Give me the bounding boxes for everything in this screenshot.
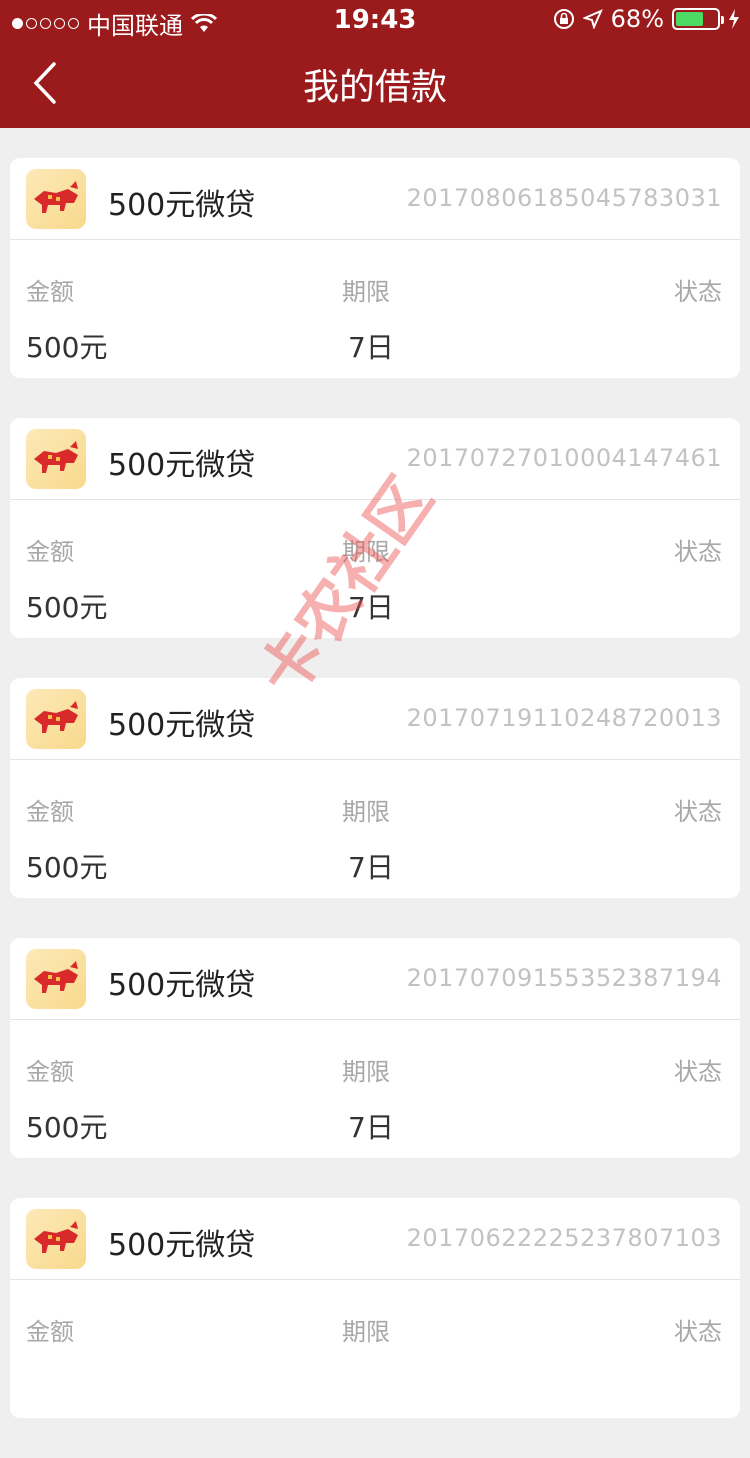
term-value: 7日 [348, 1111, 394, 1144]
battery-percent: 68% [610, 5, 664, 33]
location-icon [582, 9, 603, 29]
loan-name: 500元微贷 [108, 968, 256, 1003]
loan-card-header: 500元微贷 20170709155352387194 [10, 938, 740, 1020]
navigation-bar: 我的借款 [0, 40, 750, 128]
rotation-lock-icon [553, 9, 574, 29]
term-value: 7日 [348, 331, 394, 364]
loan-card-header: 500元微贷 20170719110248720013 [10, 678, 740, 760]
amount-label: 金额 [26, 1318, 74, 1346]
amount-label: 金额 [26, 1058, 74, 1086]
amount-label: 金额 [26, 798, 74, 826]
status-label: 状态 [674, 1058, 722, 1086]
bull-logo-icon [26, 689, 86, 749]
loan-card[interactable]: 500元微贷 20170806185045783031 金额 期限 状态 500… [10, 158, 740, 378]
order-number: 20170719110248720013 [406, 704, 722, 732]
loan-card[interactable]: 500元微贷 20170727010004147461 金额 期限 状态 500… [10, 418, 740, 638]
loan-name: 500元微贷 [108, 188, 256, 223]
status-label: 状态 [674, 1318, 722, 1346]
loan-name: 500元微贷 [108, 1228, 256, 1263]
order-number: 20170709155352387194 [406, 964, 722, 992]
term-label: 期限 [342, 1318, 390, 1346]
term-value: 7日 [348, 591, 394, 624]
term-label: 期限 [342, 278, 390, 306]
status-right: 68% [553, 5, 740, 33]
status-bar: 中国联通 19:43 68% [0, 0, 750, 40]
amount-label: 金额 [26, 278, 74, 306]
loan-card-header: 500元微贷 20170622225237807103 [10, 1198, 740, 1280]
term-label: 期限 [342, 538, 390, 566]
status-label: 状态 [674, 538, 722, 566]
bull-logo-icon [26, 949, 86, 1009]
loan-name: 500元微贷 [108, 708, 256, 743]
loan-name: 500元微贷 [108, 448, 256, 483]
loan-card-header: 500元微贷 20170806185045783031 [10, 158, 740, 240]
bull-logo-icon [26, 169, 86, 229]
bull-logo-icon [26, 1209, 86, 1269]
battery-icon [672, 8, 724, 30]
order-number: 20170727010004147461 [406, 444, 722, 472]
amount-value: 500元 [26, 591, 108, 624]
term-value: 7日 [348, 851, 394, 884]
loan-card[interactable]: 500元微贷 20170709155352387194 金额 期限 状态 500… [10, 938, 740, 1158]
order-number: 20170806185045783031 [406, 184, 722, 212]
page-title: 我的借款 [302, 67, 447, 108]
term-label: 期限 [342, 798, 390, 826]
status-label: 状态 [674, 798, 722, 826]
amount-value: 500元 [26, 1111, 108, 1144]
loan-card[interactable]: 500元微贷 20170719110248720013 金额 期限 状态 500… [10, 678, 740, 898]
amount-value: 500元 [26, 331, 108, 364]
charging-icon [729, 9, 739, 29]
status-label: 状态 [674, 278, 722, 306]
amount-label: 金额 [26, 538, 74, 566]
order-number: 20170622225237807103 [406, 1224, 722, 1252]
bull-logo-icon [26, 429, 86, 489]
term-label: 期限 [342, 1058, 390, 1086]
loan-list: 500元微贷 20170806185045783031 金额 期限 状态 500… [10, 158, 740, 1458]
amount-value: 500元 [26, 851, 108, 884]
loan-card-header: 500元微贷 20170727010004147461 [10, 418, 740, 500]
loan-card[interactable]: 500元微贷 20170622225237807103 金额 期限 状态 [10, 1198, 740, 1418]
